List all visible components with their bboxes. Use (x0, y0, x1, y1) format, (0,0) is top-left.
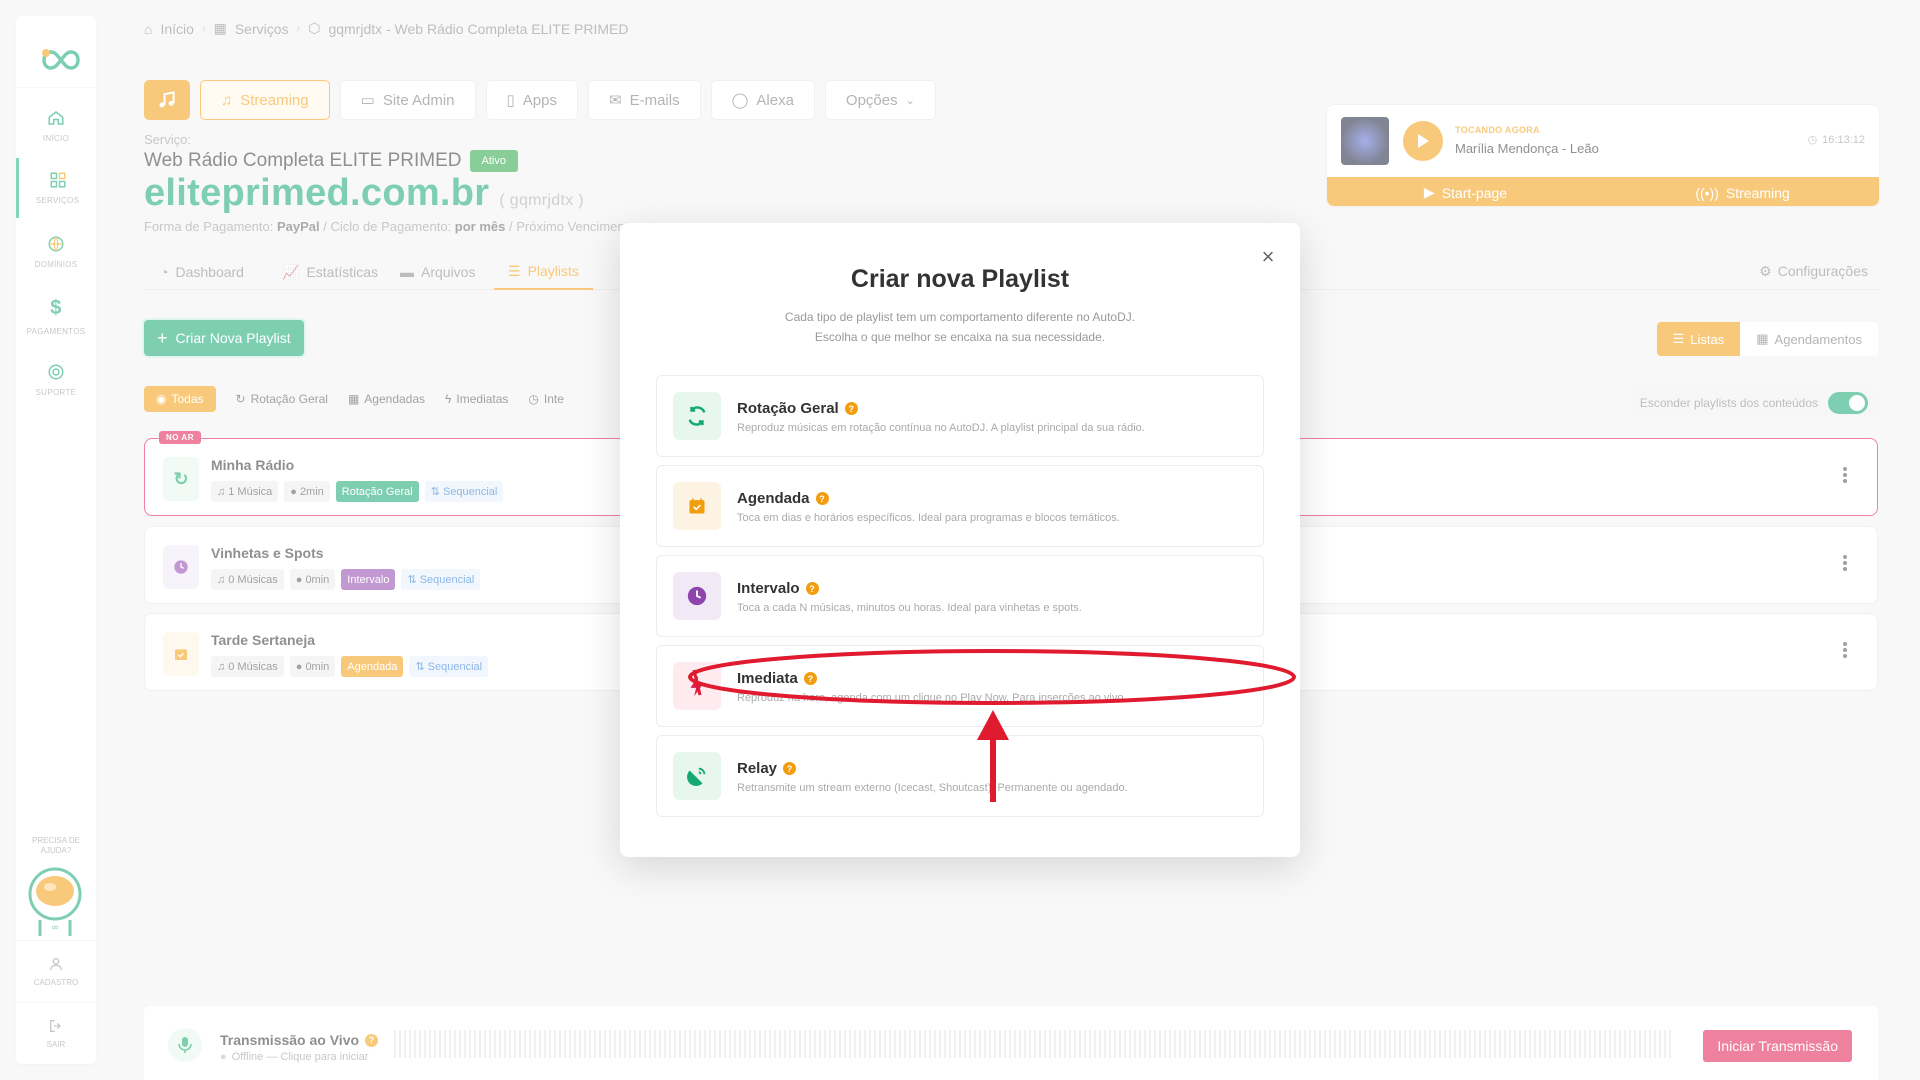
option-title-row: Rotação Geral? (737, 400, 858, 417)
option-icon (673, 392, 721, 440)
modal-title: Criar nova Playlist (850, 265, 1070, 293)
option-title-row: Imediata? (737, 670, 817, 687)
refresh-icon (688, 406, 706, 426)
option-agendada[interactable]: Agendada? Toca em dias e horários especí… (656, 465, 1264, 547)
option-icon (673, 752, 721, 800)
option-icon (673, 662, 721, 710)
option-intervalo[interactable]: Intervalo? Toca a cada N músicas, minuto… (656, 555, 1264, 637)
option-description: Toca a cada N músicas, minutos ou horas.… (737, 602, 1082, 614)
option-title: Agendada (737, 490, 810, 507)
close-icon[interactable]: × (1258, 246, 1278, 268)
create-playlist-modal: × Criar nova Playlist Cada tipo de playl… (620, 223, 1300, 857)
help-icon[interactable]: ? (805, 582, 819, 595)
help-icon[interactable]: ? (815, 492, 829, 505)
help-icon[interactable]: ? (803, 672, 817, 685)
option-description: Reproduz músicas em rotação contínua no … (737, 422, 1145, 434)
clock-icon (687, 586, 707, 606)
option-title-row: Intervalo? (737, 580, 819, 597)
option-title: Relay (737, 760, 778, 777)
calendar-check-icon (689, 498, 705, 514)
modal-description: Cada tipo de playlist tem um comportamen… (620, 307, 1300, 347)
help-icon[interactable]: ? (783, 762, 797, 775)
option-imediata[interactable]: Imediata? Reproduz na hora, agenda com u… (656, 645, 1264, 727)
option-title-row: Relay? (737, 760, 797, 777)
option-title: Rotação Geral (737, 400, 839, 417)
satellite-dish-icon (687, 767, 706, 786)
option-description: Reproduz na hora, agenda com um clique n… (737, 692, 1127, 704)
option-icon (673, 482, 721, 530)
option-rotacao-geral[interactable]: Rotação Geral? Reproduz músicas em rotaç… (656, 375, 1264, 457)
modal-desc-line: Escolha o que melhor se encaixa na sua n… (814, 330, 1106, 344)
option-title-row: Agendada? (737, 490, 829, 507)
option-description: Retransmite um stream externo (Icecast, … (737, 782, 1128, 794)
help-icon[interactable]: ? (844, 402, 858, 415)
option-icon (673, 572, 721, 620)
bolt-icon (690, 675, 704, 697)
option-description: Toca em dias e horários específicos. Ide… (737, 512, 1120, 524)
option-title: Intervalo (737, 580, 800, 597)
option-title: Imediata (737, 670, 798, 687)
option-relay[interactable]: Relay? Retransmite um stream externo (Ic… (656, 735, 1264, 817)
modal-desc-line: Cada tipo de playlist tem um comportamen… (784, 310, 1136, 324)
